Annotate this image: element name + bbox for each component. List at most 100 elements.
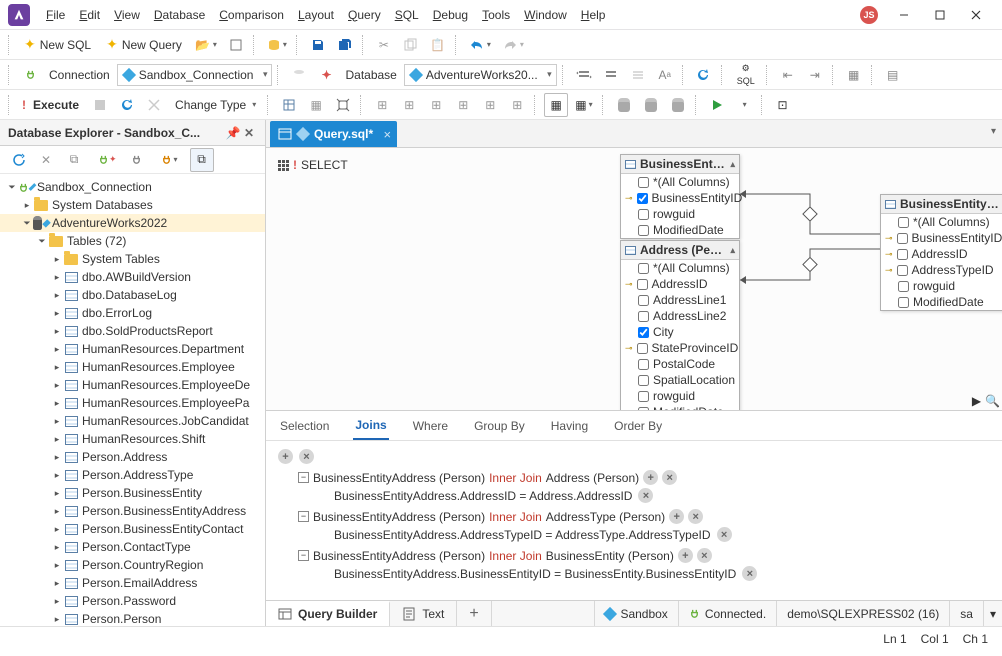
entity-addr[interactable]: Address (Person)▴*(All Columns)⊸AddressI… <box>620 240 740 410</box>
refresh-exec-button[interactable] <box>115 93 139 117</box>
query-diagram-canvas[interactable]: ! SELECT ▶🔍 BusinessEntity (Pers...▴*(Al… <box>266 148 1002 410</box>
minimize-button[interactable] <box>886 2 922 28</box>
close-button[interactable] <box>958 2 994 28</box>
save-button[interactable] <box>306 33 330 57</box>
menu-comparison[interactable]: Comparison <box>213 4 290 26</box>
join-condition[interactable]: BusinessEntityAddress.AddressTypeID = Ad… <box>334 527 990 542</box>
statusbar: Ln 1 Col 1 Ch 1 <box>0 626 1002 650</box>
tree-item[interactable]: ▸Person.AddressType <box>0 466 265 484</box>
tree-item[interactable]: ▸HumanResources.Employee <box>0 358 265 376</box>
refresh-button[interactable] <box>692 63 716 87</box>
menu-database[interactable]: Database <box>148 4 211 26</box>
tab-query-builder[interactable]: Query Builder <box>266 601 390 626</box>
tree-item[interactable]: ▸System Databases <box>0 196 265 214</box>
tree-item[interactable]: ▸Person.EmailAddress <box>0 574 265 592</box>
redo-button[interactable] <box>498 33 528 57</box>
tree-item[interactable]: ▸Person.Password <box>0 592 265 610</box>
tree-item[interactable]: ▸System Tables <box>0 250 265 268</box>
window-controls <box>886 2 994 28</box>
stop-button[interactable] <box>88 93 112 117</box>
canvas-zoom-icon[interactable]: 🔍 <box>985 394 1000 408</box>
menu-view[interactable]: View <box>108 4 146 26</box>
join-row[interactable]: −BusinessEntityAddress (Person) Inner Jo… <box>298 470 990 485</box>
change-type-button[interactable]: Change Type <box>169 93 262 117</box>
section-tab-joins[interactable]: Joins <box>353 412 388 440</box>
tab-query[interactable]: Query.sql* × <box>270 121 397 147</box>
menu-sql[interactable]: SQL <box>389 4 425 26</box>
section-tab-where[interactable]: Where <box>411 413 450 439</box>
section-tab-selection[interactable]: Selection <box>278 413 331 439</box>
tree-item[interactable]: ▸HumanResources.EmployeePa <box>0 394 265 412</box>
connection-combo[interactable]: Sandbox_Connection <box>117 64 273 86</box>
paste-button[interactable]: 📋 <box>426 33 450 57</box>
pin-icon[interactable]: 📌 <box>225 126 241 140</box>
execute-button[interactable]: Execute <box>33 98 79 112</box>
tree-item[interactable]: ▸dbo.ErrorLog <box>0 304 265 322</box>
tree-item[interactable]: ⏷Tables (72) <box>0 232 265 250</box>
section-tab-group-by[interactable]: Group By <box>472 413 527 439</box>
tree-item[interactable]: ▸dbo.SoldProductsReport <box>0 322 265 340</box>
toolbar-connection: Connection Sandbox_Connection ✦ Database… <box>0 60 1002 90</box>
status-user: sa <box>949 601 983 626</box>
status-col: Col 1 <box>921 632 949 646</box>
join-row[interactable]: −BusinessEntityAddress (Person) Inner Jo… <box>298 509 990 524</box>
menu-query[interactable]: Query <box>342 4 387 26</box>
section-tab-order-by[interactable]: Order By <box>612 413 664 439</box>
menu-file[interactable]: File <box>40 4 71 26</box>
tree-item[interactable]: ▸Person.Person <box>0 610 265 626</box>
open-button[interactable]: 📂 <box>191 33 221 57</box>
join-row[interactable]: −BusinessEntityAddress (Person) Inner Jo… <box>298 548 990 563</box>
explorer-tree[interactable]: ⏷Sandbox_Connection▸System Databases⏷Adv… <box>0 174 265 626</box>
undo-button[interactable] <box>465 33 495 57</box>
entity-be[interactable]: BusinessEntity (Pers...▴*(All Columns)⊸B… <box>620 154 740 239</box>
tree-item[interactable]: ⏷AdventureWorks2022 <box>0 214 265 232</box>
menu-window[interactable]: Window <box>518 4 573 26</box>
tree-item[interactable]: ▸dbo.DatabaseLog <box>0 286 265 304</box>
status-line: Ln 1 <box>883 632 906 646</box>
copy-button[interactable] <box>399 33 423 57</box>
tree-item[interactable]: ▸HumanResources.JobCandidat <box>0 412 265 430</box>
new-query-button[interactable]: ✦New Query <box>100 33 188 57</box>
tab-text[interactable]: Text <box>390 601 457 626</box>
tab-add[interactable]: + <box>457 601 491 626</box>
menubar: FileEditViewDatabaseComparisonLayoutQuer… <box>40 4 860 26</box>
editor-tabbar: Query.sql* × ▾ <box>266 120 1002 148</box>
query-sections: Selection Joins Where Group By Having Order B… <box>266 410 1002 600</box>
tree-item[interactable]: ▸dbo.AWBuildVersion <box>0 268 265 286</box>
tree-item[interactable]: ▸Person.BusinessEntityAddress <box>0 502 265 520</box>
tree-item[interactable]: ⏷Sandbox_Connection <box>0 178 265 196</box>
tree-item[interactable]: ▸Person.Address <box>0 448 265 466</box>
join-condition[interactable]: BusinessEntityAddress.BusinessEntityID =… <box>334 566 990 581</box>
sql-view-button[interactable]: ⚙SQL <box>731 63 761 87</box>
tree-item[interactable]: ▸Person.CountryRegion <box>0 556 265 574</box>
menu-help[interactable]: Help <box>575 4 612 26</box>
run-button[interactable] <box>705 93 729 117</box>
tree-item[interactable]: ▸Person.BusinessEntityContact <box>0 520 265 538</box>
maximize-button[interactable] <box>922 2 958 28</box>
menu-debug[interactable]: Debug <box>427 4 474 26</box>
tree-item[interactable]: ▸HumanResources.Shift <box>0 430 265 448</box>
tree-item[interactable]: ▸HumanResources.EmployeeDe <box>0 376 265 394</box>
database-combo[interactable]: AdventureWorks20... <box>404 64 557 86</box>
entity-bea[interactable]: BusinessEntityAddress...▴*(All Columns)⊸… <box>880 194 1002 311</box>
db-action-button[interactable] <box>263 33 291 57</box>
tab-close-icon[interactable]: × <box>384 127 392 142</box>
menu-tools[interactable]: Tools <box>476 4 516 26</box>
tabs-overflow-icon[interactable]: ▾ <box>991 126 996 137</box>
canvas-scroll-icon[interactable]: ▶ <box>972 394 981 408</box>
section-tab-having[interactable]: Having <box>549 413 590 439</box>
remove-join-icon[interactable]: × <box>299 449 314 464</box>
user-badge[interactable]: JS <box>860 6 878 24</box>
add-join-icon[interactable]: + <box>278 449 293 464</box>
new-sql-button[interactable]: ✦New SQL <box>18 33 97 57</box>
menu-layout[interactable]: Layout <box>292 4 340 26</box>
menu-edit[interactable]: Edit <box>73 4 106 26</box>
tree-item[interactable]: ▸Person.ContactType <box>0 538 265 556</box>
toolbar-main: ✦New SQL ✦New Query 📂 ✂ 📋 <box>0 30 1002 60</box>
close-panel-icon[interactable]: ✕ <box>241 126 257 140</box>
cut-button[interactable]: ✂ <box>372 33 396 57</box>
tree-item[interactable]: ▸Person.BusinessEntity <box>0 484 265 502</box>
join-condition[interactable]: BusinessEntityAddress.AddressID = Addres… <box>334 488 990 503</box>
tree-item[interactable]: ▸HumanResources.Department <box>0 340 265 358</box>
save-all-button[interactable] <box>333 33 357 57</box>
